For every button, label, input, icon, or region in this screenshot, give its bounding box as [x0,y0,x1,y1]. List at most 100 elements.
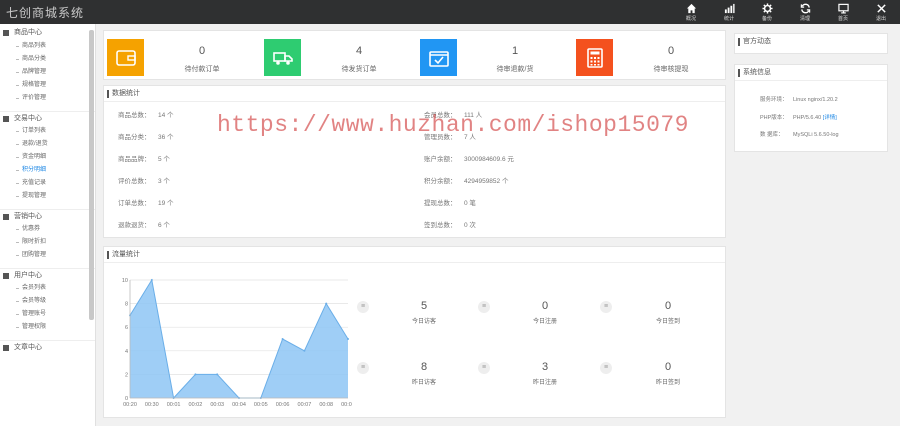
sidebar-item[interactable]: 商品分类 [0,53,95,66]
kpi-value: 0 [664,300,672,312]
stat-row: 账户余额： 3000984609.6 元 [424,153,514,163]
stat-label: 退款退货： [118,222,151,229]
sidebar-group-header[interactable]: 文章中心 [0,340,95,354]
sidebar-item[interactable]: 会员等级 [0,295,95,308]
stat-row: 退款退货： 6 个 [118,219,170,229]
kpi-label: 昨日注册 [532,380,557,386]
gear-icon [761,2,773,14]
kpi-dot-button[interactable]: ≡ [478,301,490,313]
sidebar-item[interactable]: 订单列表 [0,125,95,138]
x-tick-label: 00:03 [210,402,224,408]
stat-row: 商品分类： 36 个 [118,131,174,141]
bar-chart-icon [724,3,735,13]
watermark-text: https://www.huzhan.com/ishop15079 [217,112,689,138]
php-details-link[interactable]: [详情] [823,115,837,121]
x-tick-label: 00:07 [298,402,312,408]
stat-row: 订单总数： 19 个 [118,197,174,207]
traffic-area-chart: 024681000:20 00:30 00:01 00:02 00:03 00:04 00:… [122,278,352,408]
sidebar-group-header[interactable]: 营销中心 [0,209,95,223]
folder-icon [3,213,9,220]
stat-value: 0 次 [464,222,476,229]
sidebar-group-trade: 交易中心 订单列表 退款/退货 资金明细 积分明细 充值记录 提现管理 [0,111,95,203]
kpi-value: 3 [541,361,549,373]
nav-home[interactable]: 首页 [824,0,862,24]
sidebar-group-article: 文章中心 [0,340,95,354]
order-card-refund[interactable]: 1 待审退款/货 [420,39,570,79]
stat-value: 19 个 [158,200,174,207]
stat-row: 商品品牌： 5 个 [118,153,170,163]
kpi-value: 8 [420,361,428,373]
stat-label: 签到总数： [424,222,457,229]
kpi-dot-button[interactable]: ≡ [357,362,369,374]
x-tick-label: 00:06 [276,402,290,408]
order-icon-box [264,39,301,76]
kpi-value: 0 [664,361,672,373]
order-icon-box [107,39,144,76]
x-tick-label: 00:02 [189,402,203,408]
nav-label: 首页 [837,15,848,22]
sidebar-item[interactable]: 管理权限 [0,321,95,334]
data-point [216,373,219,376]
stat-label: 订单总数： [118,200,151,207]
folder-icon [3,115,9,122]
nav-overview[interactable]: 概况 [672,0,710,24]
panel-title: 系统信息 [735,65,887,81]
sidebar-item[interactable]: 资金明细 [0,151,95,164]
sidebar-item[interactable]: 优惠券 [0,223,95,236]
stat-label: 提现总数： [424,200,457,207]
stat-label: 商品分类： [118,134,151,141]
x-tick-label: 00:00 [341,402,352,408]
sidebar-group-header[interactable]: 交易中心 [0,111,95,125]
sidebar-item[interactable]: 团购管理 [0,249,95,262]
sidebar-group-product: 商品中心商品列表 商品分类 品牌管理 规格管理 评价管理 [0,26,95,105]
sidebar-group-header[interactable]: 用户中心 [0,268,95,282]
order-card-unshipped[interactable]: 4 待发货订单 [264,39,414,79]
refresh-icon [800,3,810,13]
kpi-dot-button[interactable]: ≡ [478,362,490,374]
sidebar-group-title: 文章中心 [14,343,42,351]
kpi-dot-button[interactable]: ≡ [357,301,369,313]
system-value: Linux nginx/1.20.2 [793,97,838,103]
sidebar-item[interactable]: 提现管理 [0,190,95,203]
sidebar-item[interactable]: 会员列表 [0,282,95,295]
sidebar-group-header[interactable]: 商品中心 [0,26,95,40]
sidebar-group-title: 营销中心 [14,212,42,220]
kpi-dot-button[interactable]: ≡ [600,362,612,374]
kpi-dot-button[interactable]: ≡ [600,301,612,313]
stat-row: 评价总数： 3 个 [118,175,170,185]
system-label: 数 据库： [760,132,784,138]
system-label: 服务环境： [760,97,788,103]
sidebar-item[interactable]: 商品列表 [0,40,95,53]
panel-title: 官方动态 [735,34,887,50]
sidebar-item[interactable]: 评价管理 [0,92,95,105]
sidebar-item[interactable]: 管理账号 [0,308,95,321]
nav-clean[interactable]: 清理 [786,0,824,24]
data-point [325,302,328,305]
order-card-withdraw[interactable]: 0 待审核提现 [576,39,726,79]
stat-value: 0 笔 [464,200,476,207]
y-tick-label: 10 [122,278,128,284]
folder-icon [3,272,9,279]
order-count: 4 [355,45,363,57]
sidebar-group-marketing: 营销中心优惠券 限时折扣 团购管理 [0,209,95,262]
wallet-icon [115,49,136,66]
nav-backup[interactable]: 备份 [748,0,786,24]
app-title: 七创商城系统 [6,6,85,20]
sidebar-item[interactable]: 退款/退货 [0,138,95,151]
data-point [281,338,284,340]
order-summary-panel: 0 待付款订单 4 待发货订单 1 待审退款/货 0 待审核提现 [103,30,726,80]
nav-logout[interactable]: 退出 [862,0,900,24]
sidebar-item[interactable]: 规格管理 [0,79,95,92]
sidebar-item[interactable]: 充值记录 [0,177,95,190]
data-point [150,279,153,281]
nav-stats[interactable]: 统计 [710,0,748,24]
stat-row: 签到总数： 0 次 [424,219,476,229]
sidebar-item[interactable]: 积分明细 [0,164,95,177]
sidebar-item[interactable]: 限时折扣 [0,236,95,249]
stat-value: 4294959852 个 [464,178,509,185]
sidebar-group-title: 商品中心 [14,29,42,36]
stat-label: 账户余额： [424,156,457,163]
stat-label: 商品总数： [118,112,151,119]
sidebar-item[interactable]: 品牌管理 [0,66,95,79]
order-card-unpaid[interactable]: 0 待付款订单 [107,39,257,79]
